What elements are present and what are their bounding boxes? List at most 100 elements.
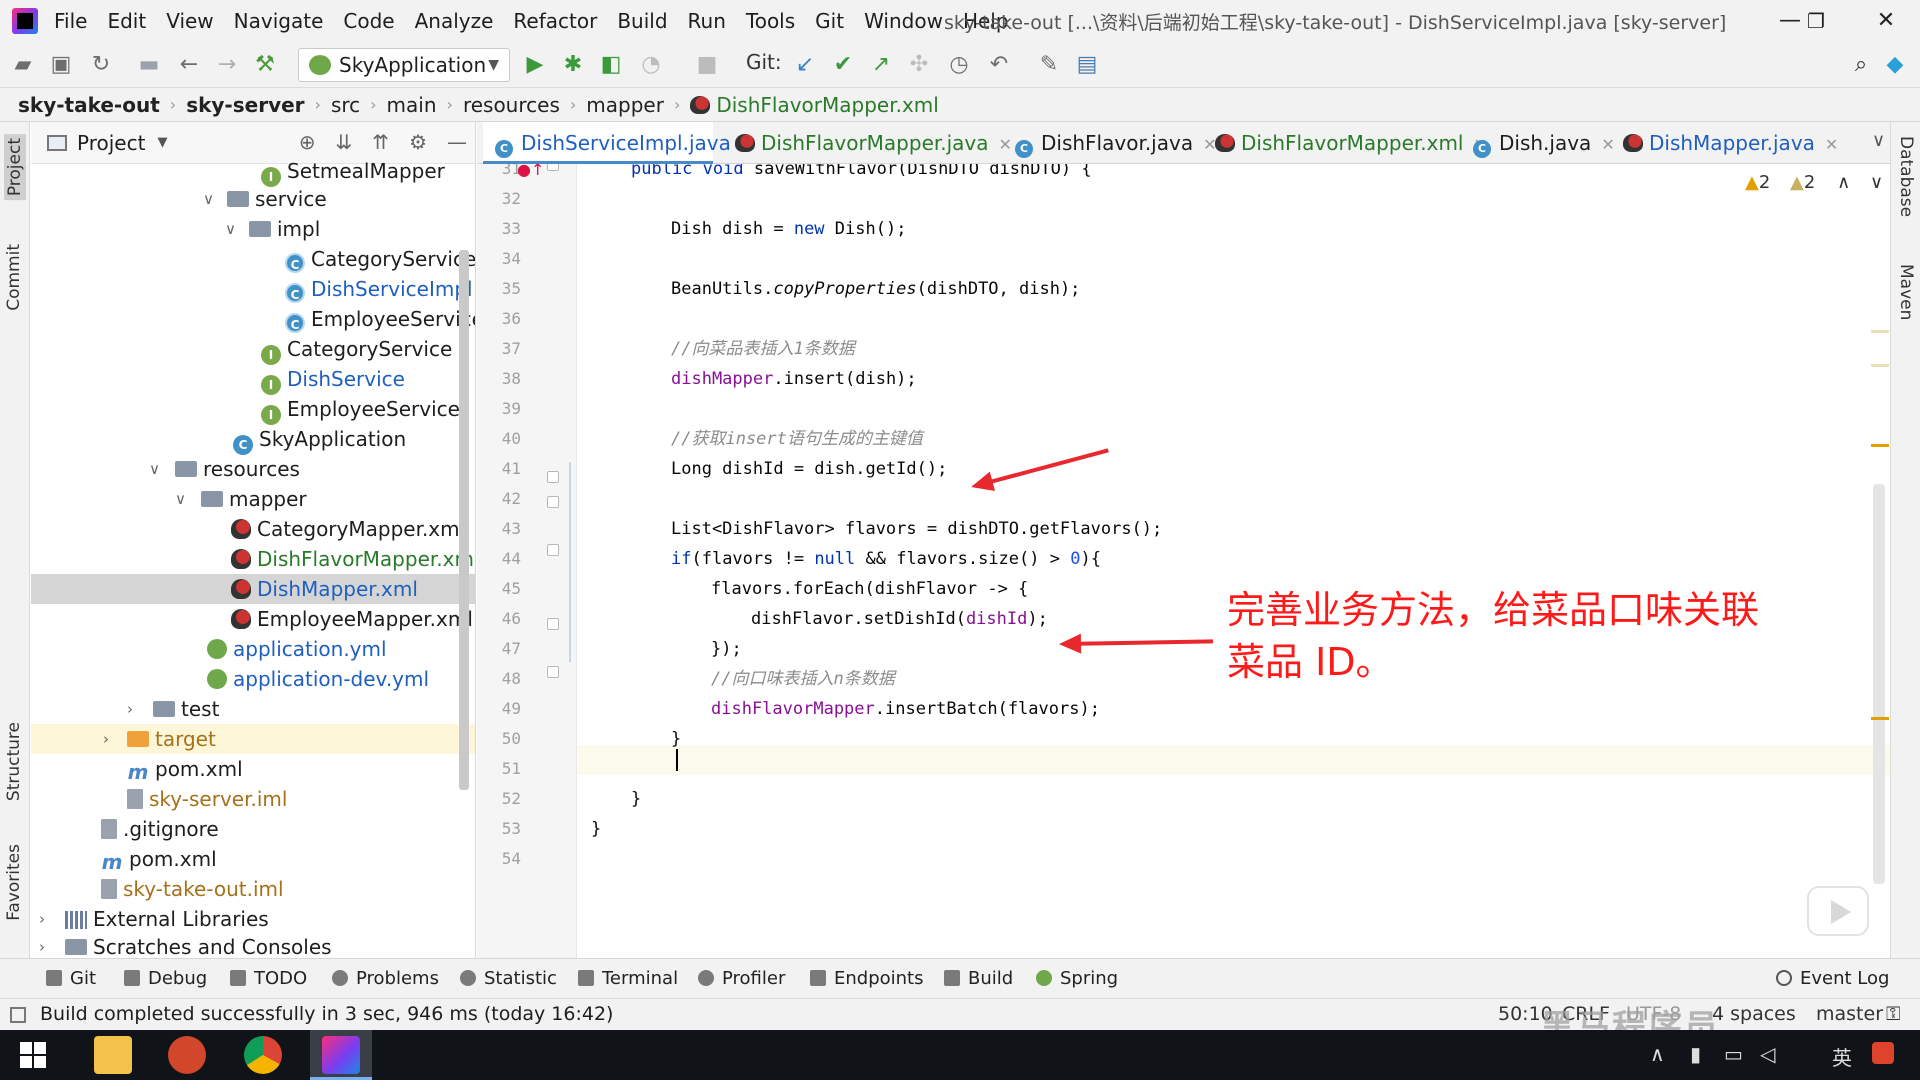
- line-number[interactable]: 44: [491, 549, 521, 568]
- breadcrumb-module[interactable]: sky-server: [186, 93, 304, 117]
- sync-icon[interactable]: ↻: [86, 50, 116, 80]
- line-number[interactable]: 54: [491, 849, 521, 868]
- chevron-up-icon[interactable]: ∧: [1650, 1042, 1665, 1066]
- tab-dishflavor[interactable]: C DishFlavor.java ✕: [1003, 122, 1217, 164]
- expand-all-icon[interactable]: ⇊: [336, 130, 353, 154]
- tool-tab-database[interactable]: Database: [1896, 136, 1916, 217]
- tree-item[interactable]: ∨ mapper: [31, 484, 475, 514]
- tool-todo[interactable]: TODO: [230, 968, 307, 989]
- menu-git[interactable]: Git: [815, 9, 844, 33]
- tree-item[interactable]: I SetmealMapper: [31, 156, 475, 187]
- fold-marker-icon[interactable]: [547, 666, 559, 678]
- line-number[interactable]: 32: [491, 189, 521, 208]
- menu-build[interactable]: Build: [617, 9, 667, 33]
- menu-refactor[interactable]: Refactor: [513, 9, 597, 33]
- gear-icon[interactable]: ⚙: [409, 130, 427, 154]
- indent-setting[interactable]: 4 spaces: [1712, 999, 1796, 1029]
- menu-analyze[interactable]: Analyze: [415, 9, 494, 33]
- breadcrumb-file[interactable]: DishFlavorMapper.xml: [716, 93, 939, 117]
- file-explorer-icon[interactable]: [94, 1036, 132, 1074]
- tool-tab-commit[interactable]: Commit: [4, 244, 24, 311]
- tool-profiler[interactable]: Profiler: [698, 968, 785, 989]
- line-number[interactable]: 47: [491, 639, 521, 658]
- chevron-right-icon[interactable]: ›: [103, 724, 109, 754]
- line-number[interactable]: 39: [491, 399, 521, 418]
- tool-event-log[interactable]: Event Log: [1776, 968, 1889, 989]
- windows-start-icon[interactable]: [20, 1042, 46, 1068]
- tree-item[interactable]: C DishServiceImpl: [31, 274, 475, 304]
- line-number[interactable]: 40: [491, 429, 521, 448]
- breadcrumb-main[interactable]: main: [387, 93, 437, 117]
- chevron-right-icon[interactable]: ›: [127, 694, 133, 724]
- line-number[interactable]: 42: [491, 489, 521, 508]
- back-icon[interactable]: ←: [174, 50, 204, 80]
- build-hammer-icon[interactable]: ⚒: [250, 50, 280, 80]
- menu-view[interactable]: View: [166, 9, 213, 33]
- line-number[interactable]: 53: [491, 819, 521, 838]
- save-all-icon[interactable]: ▣: [46, 50, 76, 80]
- editor-scrollbar[interactable]: [1873, 484, 1885, 884]
- tree-item[interactable]: sky-server.iml: [31, 784, 475, 814]
- line-number[interactable]: 37: [491, 339, 521, 358]
- line-number[interactable]: 50: [491, 729, 521, 748]
- line-number[interactable]: 46: [491, 609, 521, 628]
- tab-dishserviceimpl[interactable]: CDishServiceImpl.java✕: [483, 122, 754, 164]
- chevron-down-icon[interactable]: ∨: [203, 184, 214, 214]
- project-structure-folder-icon[interactable]: ▤: [1072, 50, 1102, 80]
- tool-spring[interactable]: Spring: [1036, 968, 1118, 989]
- tree-item[interactable]: m pom.xml: [31, 754, 475, 784]
- project-tree-scrollbar[interactable]: [459, 250, 469, 790]
- menu-tools[interactable]: Tools: [746, 9, 795, 33]
- tool-terminal[interactable]: Terminal: [578, 968, 678, 989]
- line-number[interactable]: 45: [491, 579, 521, 598]
- scroll-mark[interactable]: [1871, 717, 1889, 720]
- tool-endpoints[interactable]: Endpoints: [810, 968, 924, 989]
- tool-build[interactable]: Build: [944, 968, 1013, 989]
- tree-item[interactable]: ∨ resources: [31, 454, 475, 484]
- git-push-icon[interactable]: ↗: [866, 50, 896, 80]
- taskbar-active-app[interactable]: [310, 1030, 372, 1080]
- tree-item[interactable]: application.yml: [31, 634, 475, 664]
- chevron-right-icon[interactable]: ›: [39, 904, 45, 934]
- tool-tab-favorites[interactable]: Favorites: [4, 844, 24, 921]
- lock-icon[interactable]: ⚿: [1886, 999, 1900, 1029]
- line-number[interactable]: 51: [491, 759, 521, 778]
- status-message[interactable]: Build completed successfully in 3 sec, 9…: [40, 999, 613, 1029]
- implements-marker-icon[interactable]: ●↑: [517, 164, 544, 179]
- tree-item[interactable]: › target: [31, 724, 475, 754]
- tree-item[interactable]: EmployeeMapper.xml: [31, 604, 475, 634]
- tool-tab-project[interactable]: Project: [4, 134, 26, 201]
- tree-item[interactable]: CCategoryServiceIm: [31, 244, 475, 274]
- chevron-down-icon[interactable]: ∨: [225, 214, 236, 244]
- tool-tab-maven[interactable]: Maven: [1896, 264, 1916, 320]
- close-tab-icon[interactable]: ✕: [1825, 135, 1838, 154]
- tree-item[interactable]: DishFlavorMapper.xml: [31, 544, 475, 574]
- breadcrumb-resources[interactable]: resources: [463, 93, 560, 117]
- coverage-icon[interactable]: ◧: [596, 50, 626, 80]
- project-panel-title[interactable]: Project: [77, 131, 145, 155]
- fold-marker-icon[interactable]: [547, 544, 559, 556]
- git-rollback-icon[interactable]: ↶: [984, 50, 1014, 80]
- intellij-taskbar-icon[interactable]: [322, 1036, 360, 1074]
- speaker-icon[interactable]: ◁: [1760, 1042, 1775, 1066]
- line-number[interactable]: 43: [491, 519, 521, 538]
- breadcrumb-project[interactable]: sky-take-out: [18, 93, 160, 117]
- git-commit-icon[interactable]: ✔: [828, 50, 858, 80]
- search-icon[interactable]: ⌕: [1846, 50, 1876, 80]
- tree-item[interactable]: application-dev.yml: [31, 664, 475, 694]
- fold-marker-icon[interactable]: [547, 618, 559, 630]
- fold-marker-icon[interactable]: [547, 496, 559, 508]
- tool-problems[interactable]: Problems: [332, 968, 439, 989]
- project-structure-icon[interactable]: ▬: [134, 50, 164, 80]
- menu-navigate[interactable]: Navigate: [234, 9, 324, 33]
- line-number[interactable]: 41: [491, 459, 521, 478]
- git-merge-icon[interactable]: ✣: [904, 50, 934, 80]
- line-number[interactable]: 52: [491, 789, 521, 808]
- tree-item[interactable]: m pom.xml: [31, 844, 475, 874]
- chevron-down-icon[interactable]: ▼: [157, 135, 167, 150]
- tree-item[interactable]: C SkyApplication: [31, 424, 475, 455]
- git-branch[interactable]: master: [1816, 999, 1883, 1029]
- line-number[interactable]: 38: [491, 369, 521, 388]
- line-number[interactable]: 48: [491, 669, 521, 688]
- tree-item[interactable]: › test: [31, 694, 475, 724]
